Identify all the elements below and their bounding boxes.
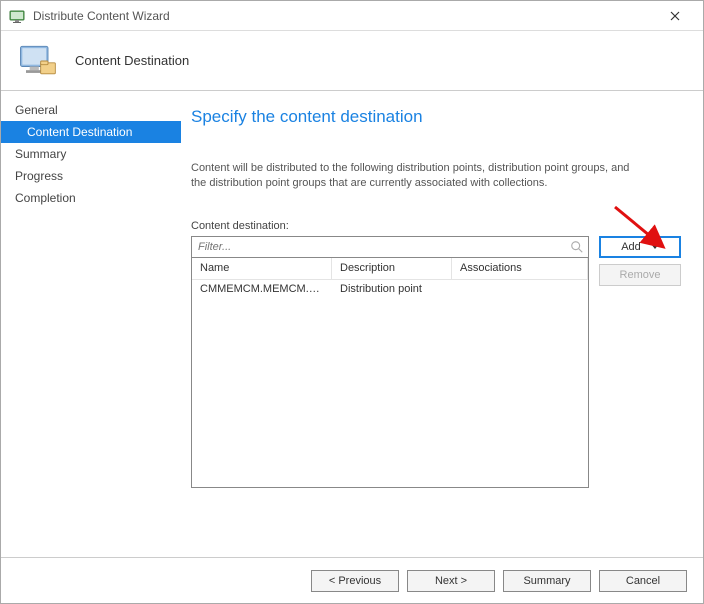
chevron-down-icon bbox=[651, 244, 659, 249]
cell-name: CMMEMCM.MEMCM.C... bbox=[192, 280, 332, 298]
col-header-description[interactable]: Description bbox=[332, 258, 452, 279]
wizard-window: Distribute Content Wizard Content Destin… bbox=[0, 0, 704, 604]
remove-button: Remove bbox=[599, 264, 681, 286]
computer-icon bbox=[15, 39, 59, 83]
main-heading: Specify the content destination bbox=[191, 107, 681, 127]
sidebar: General Content Destination Summary Prog… bbox=[1, 91, 181, 557]
table-row[interactable]: CMMEMCM.MEMCM.C... Distribution point bbox=[192, 280, 588, 298]
destination-list[interactable]: Name Description Associations CMMEMCM.ME… bbox=[191, 258, 589, 488]
main-description: Content will be distributed to the follo… bbox=[191, 161, 631, 192]
close-button[interactable] bbox=[655, 1, 695, 31]
window-title: Distribute Content Wizard bbox=[33, 9, 655, 23]
col-header-associations[interactable]: Associations bbox=[452, 258, 588, 279]
sidebar-item-general[interactable]: General bbox=[1, 99, 181, 121]
add-button-label: Add bbox=[621, 241, 641, 253]
sidebar-item-progress[interactable]: Progress bbox=[1, 165, 181, 187]
app-icon bbox=[9, 8, 25, 24]
col-header-name[interactable]: Name bbox=[192, 258, 332, 279]
list-header: Name Description Associations bbox=[192, 258, 588, 280]
next-button[interactable]: Next > bbox=[407, 570, 495, 592]
previous-button[interactable]: < Previous bbox=[311, 570, 399, 592]
page-title: Content Destination bbox=[75, 53, 189, 68]
wizard-footer: < Previous Next > Summary Cancel bbox=[1, 557, 703, 603]
filter-box bbox=[191, 236, 589, 258]
remove-button-label: Remove bbox=[620, 269, 661, 281]
wizard-header: Content Destination bbox=[1, 31, 703, 91]
add-button[interactable]: Add bbox=[599, 236, 681, 258]
cell-associations bbox=[452, 280, 588, 298]
search-icon[interactable] bbox=[570, 240, 584, 254]
cancel-button[interactable]: Cancel bbox=[599, 570, 687, 592]
side-buttons: Add Remove bbox=[599, 236, 681, 286]
main-panel: Specify the content destination Content … bbox=[181, 91, 703, 557]
section-label: Content destination: bbox=[191, 220, 681, 232]
cell-description: Distribution point bbox=[332, 280, 452, 298]
sidebar-item-summary[interactable]: Summary bbox=[1, 143, 181, 165]
summary-button[interactable]: Summary bbox=[503, 570, 591, 592]
sidebar-item-completion[interactable]: Completion bbox=[1, 187, 181, 209]
filter-input[interactable] bbox=[196, 240, 570, 254]
sidebar-item-content-destination[interactable]: Content Destination bbox=[1, 121, 181, 143]
titlebar: Distribute Content Wizard bbox=[1, 1, 703, 31]
wizard-body: General Content Destination Summary Prog… bbox=[1, 91, 703, 557]
destination-row: Name Description Associations CMMEMCM.ME… bbox=[191, 236, 681, 488]
